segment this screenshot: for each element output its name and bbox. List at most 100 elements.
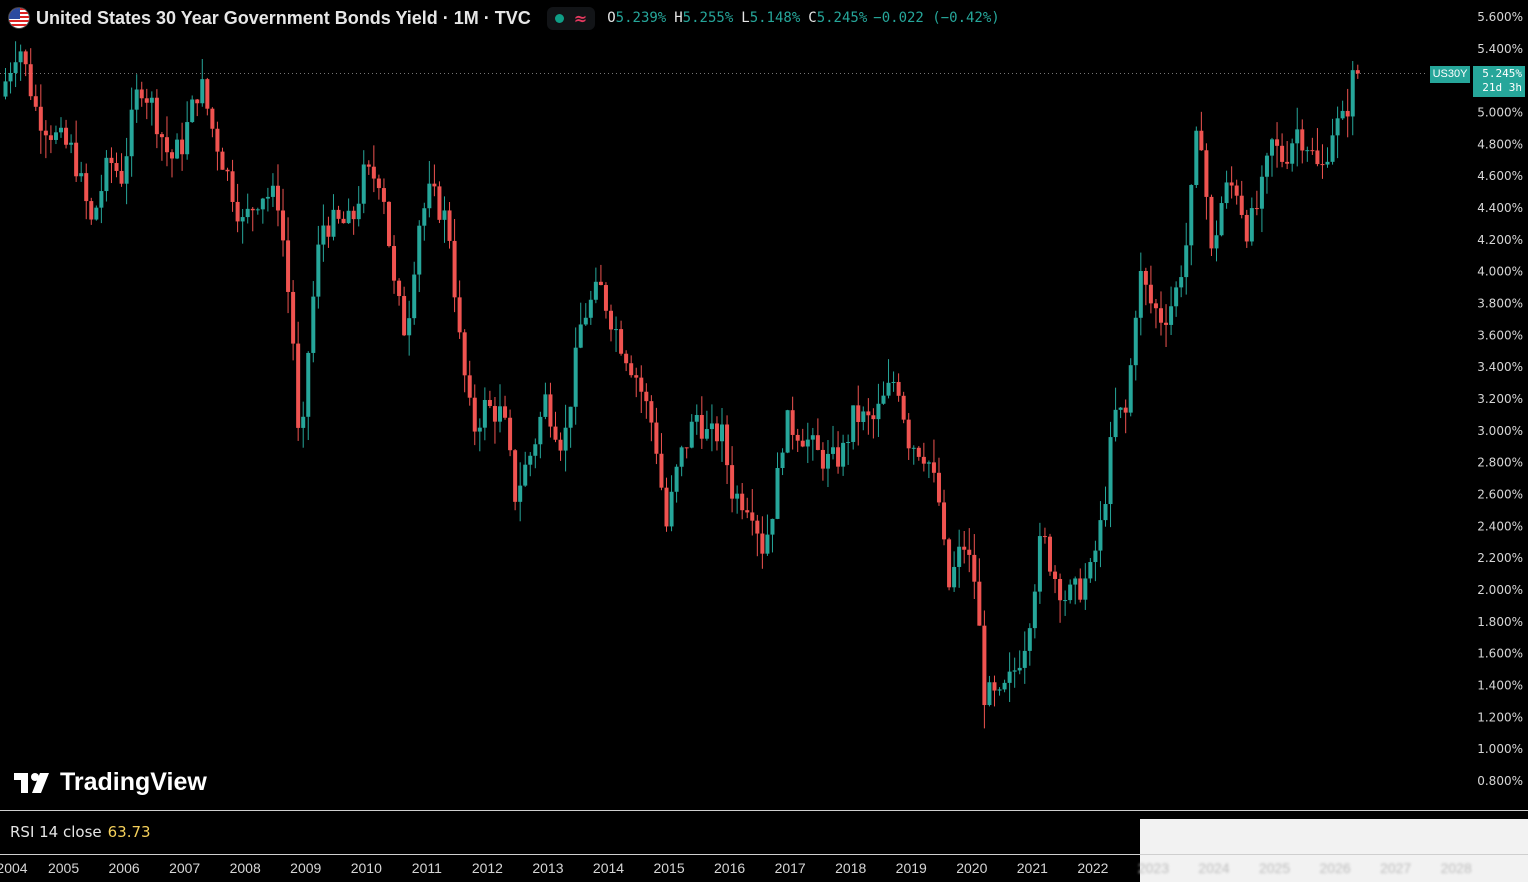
candle-body	[931, 462, 936, 473]
candle-body	[775, 468, 780, 519]
x-tick-label: 2028	[1440, 860, 1472, 876]
candle-body	[467, 375, 472, 398]
candle-body	[457, 297, 462, 333]
candle-body	[543, 394, 548, 417]
candle-body	[1007, 671, 1012, 683]
candle-body	[1189, 185, 1194, 246]
candle-body	[412, 274, 417, 319]
candle-body	[477, 427, 482, 432]
candle-body	[916, 447, 921, 457]
rsi-legend: RSI 14 close 63.73	[10, 823, 151, 841]
candle-body	[836, 447, 841, 467]
x-tick-label: 2026	[1319, 860, 1351, 876]
y-tick-label: 3.200%	[1477, 392, 1523, 406]
candle-body	[881, 395, 886, 404]
candle-body	[497, 406, 502, 422]
candle-body	[1295, 129, 1300, 144]
candle-body	[447, 210, 452, 241]
candle-body	[1118, 407, 1123, 410]
candle-body	[482, 399, 487, 428]
candle-body	[64, 127, 69, 145]
candle-body	[1063, 600, 1068, 602]
candle-body	[1138, 270, 1143, 318]
candle-body	[831, 447, 836, 454]
candle-body	[225, 169, 230, 172]
candle-body	[1214, 235, 1219, 249]
candle-body	[43, 130, 48, 136]
candle-body	[815, 435, 820, 450]
candle-body	[149, 97, 154, 103]
y-tick-label: 3.000%	[1477, 424, 1523, 438]
candle-body	[987, 682, 992, 706]
x-tick-label: 2022	[1077, 860, 1109, 876]
rsi-pane[interactable]: RSI 14 close 63.73	[0, 810, 1528, 855]
candle-body	[714, 423, 719, 442]
candle-body	[689, 421, 694, 448]
candle-body	[230, 171, 235, 202]
candle-body	[321, 225, 326, 245]
candle-body	[1310, 150, 1315, 152]
candle-body	[33, 96, 38, 107]
candle-body	[1259, 176, 1264, 209]
candlestick-chart[interactable]: 5.600%5.400%5.200%5.000%4.800%4.600%4.40…	[0, 0, 1528, 881]
tradingview-logo[interactable]: TradingView	[14, 768, 207, 797]
candle-body	[1315, 150, 1320, 165]
y-tick-label: 0.800%	[1477, 774, 1523, 788]
candle-body	[609, 310, 613, 330]
candle-body	[957, 546, 962, 567]
candle-body	[755, 520, 760, 534]
x-tick-label: 2006	[108, 860, 140, 876]
candle-body	[220, 151, 225, 170]
candle-body	[265, 196, 270, 199]
candle-body	[709, 423, 714, 430]
candle-body	[84, 173, 89, 202]
candle-body	[1017, 667, 1022, 671]
x-tick-label: 2014	[592, 860, 625, 876]
candle-body	[876, 403, 881, 420]
candle-body	[397, 280, 402, 297]
candle-body	[255, 209, 260, 211]
y-tick-label: 2.600%	[1477, 488, 1523, 502]
candle-body	[407, 318, 412, 336]
candle-body	[624, 353, 629, 364]
status-pill[interactable]: ≈	[546, 6, 596, 30]
candle-body	[598, 281, 603, 286]
time-axis[interactable]: 2004 2005 2006 2007 2008 2009 2010 2011 2012 2013…	[0, 854, 1528, 882]
candle-body	[750, 512, 755, 521]
candle-body	[472, 397, 477, 432]
candle-body	[89, 201, 94, 220]
candle-body	[810, 435, 815, 440]
candle-body	[1204, 150, 1209, 197]
candle-body	[286, 240, 291, 292]
symbol-title[interactable]: United States 30 Year Government Bonds Y…	[36, 8, 531, 29]
x-tick-label: 2023	[1137, 860, 1170, 876]
candle-body	[195, 99, 200, 104]
candle-body	[846, 441, 851, 443]
candle-body	[245, 208, 250, 218]
candle-body	[1158, 308, 1163, 323]
candle-body	[1280, 145, 1285, 162]
candle-body	[124, 156, 129, 184]
x-tick-label: 2005	[47, 860, 80, 876]
candle-body	[1234, 185, 1239, 196]
x-tick-label: 2025	[1258, 860, 1291, 876]
candle-body	[427, 183, 432, 209]
candle-body	[1012, 670, 1017, 672]
candle-body	[725, 424, 730, 466]
x-tick-label: 2019	[895, 860, 927, 876]
candle-body	[94, 207, 99, 220]
x-tick-label: 2018	[835, 860, 867, 876]
x-tick-label: 2013	[532, 860, 564, 876]
candle-body	[1219, 203, 1224, 236]
candle-body	[240, 217, 245, 222]
candle-body	[694, 415, 699, 422]
candle-body	[1068, 584, 1073, 601]
candle-body	[553, 426, 558, 440]
price-pane[interactable]: 5.600%5.400%5.200%5.000%4.800%4.600%4.40…	[0, 0, 1528, 810]
candle-body	[1194, 130, 1199, 186]
candle-body	[952, 566, 957, 588]
candle-body	[1148, 284, 1153, 304]
rsi-obscured-area	[1140, 819, 1528, 855]
candle-body	[154, 97, 159, 135]
candle-body	[765, 534, 770, 554]
